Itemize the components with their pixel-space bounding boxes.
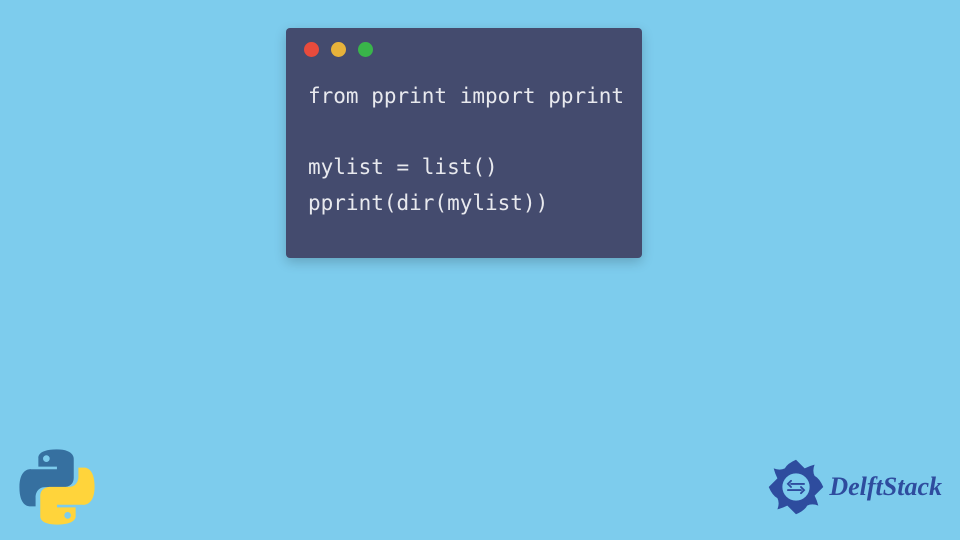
minimize-icon xyxy=(331,42,346,57)
maximize-icon xyxy=(358,42,373,57)
delftstack-emblem-icon xyxy=(765,456,827,518)
code-line-3: mylist = list() xyxy=(308,155,498,179)
code-line-1: from pprint import pprint xyxy=(308,84,624,108)
close-icon xyxy=(304,42,319,57)
code-content: from pprint import pprint mylist = list(… xyxy=(286,71,642,230)
delftstack-logo: DelftStack xyxy=(765,456,942,518)
window-controls xyxy=(286,28,642,71)
python-logo-icon xyxy=(18,448,96,526)
code-line-4: pprint(dir(mylist)) xyxy=(308,191,548,215)
delftstack-text: DelftStack xyxy=(829,472,942,502)
code-window: from pprint import pprint mylist = list(… xyxy=(286,28,642,258)
